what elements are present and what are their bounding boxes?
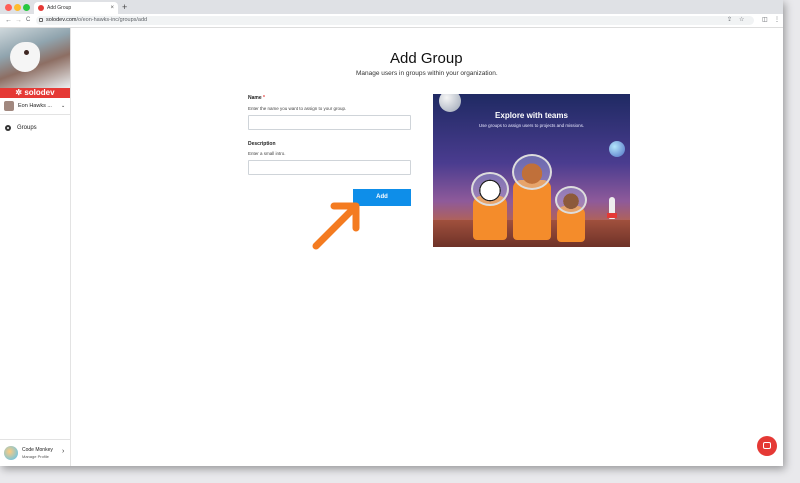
- address-bar[interactable]: solodev.com/o/eon-hawks-inc/groups/add ⇪…: [36, 16, 754, 25]
- promo-title: Explore with teams: [495, 111, 568, 120]
- moon-icon: [439, 94, 461, 112]
- rocket-icon: [607, 197, 617, 219]
- browser-window: Add Group × + ← → C solodev.com/o/eon-ha…: [0, 0, 783, 466]
- page-subtitle: Manage users in groups within your organ…: [356, 70, 498, 77]
- brand-logo[interactable]: ✲ solodev: [0, 88, 70, 98]
- description-input[interactable]: [248, 160, 411, 175]
- hawk-head: [10, 42, 40, 72]
- reload-button[interactable]: C: [26, 15, 30, 26]
- org-switcher[interactable]: Eon Hawks ... ⌄: [0, 98, 70, 115]
- minimize-window-icon[interactable]: [14, 4, 21, 11]
- planet-icon: [609, 141, 625, 157]
- close-window-icon[interactable]: [5, 4, 12, 11]
- org-name: Eon Hawks ...: [18, 103, 52, 109]
- profile-menu[interactable]: Code Monkey Manage Profile ›: [0, 439, 70, 466]
- hawk-logo-image: [0, 28, 70, 88]
- tab-add-group[interactable]: Add Group ×: [34, 2, 118, 14]
- promo-illustration: Explore with teams Use groups to assign …: [433, 94, 630, 247]
- lock-icon: [39, 18, 43, 22]
- url-path: /o/eon-hawks-inc/groups/add: [76, 17, 148, 23]
- tab-title: Add Group: [47, 5, 72, 11]
- back-button[interactable]: ←: [5, 15, 12, 26]
- sidebar-icon[interactable]: ◫: [762, 16, 768, 25]
- brand-name: solodev: [24, 88, 55, 97]
- sidebar-item-groups[interactable]: Groups: [0, 123, 70, 133]
- tab-close-icon[interactable]: ×: [110, 2, 114, 14]
- sidebar: ✲ solodev Eon Hawks ... ⌄ Groups Code Mo…: [0, 28, 71, 466]
- groups-icon: [5, 125, 11, 131]
- maximize-window-icon[interactable]: [23, 4, 30, 11]
- chat-icon[interactable]: [757, 436, 777, 456]
- name-hint: Enter the name you want to assign to you…: [248, 106, 347, 111]
- favicon-icon: [38, 5, 44, 11]
- sidebar-item-label: Groups: [17, 125, 37, 131]
- hawk-eye: [24, 50, 29, 55]
- panda-helmet: [471, 172, 509, 206]
- page-title: Add Group: [390, 50, 463, 67]
- description-label: Description: [248, 141, 276, 147]
- manage-profile-link[interactable]: Manage Profile: [22, 454, 49, 459]
- url-host: solodev.com: [46, 17, 77, 23]
- chevron-right-icon: ›: [62, 448, 65, 455]
- star-icon[interactable]: ☆: [739, 16, 744, 25]
- share-icon[interactable]: ⇪: [727, 16, 732, 25]
- required-mark: *: [263, 95, 265, 101]
- chevron-down-icon: ⌄: [61, 103, 66, 109]
- pointer-arrow-icon: [312, 202, 360, 250]
- monkey-helmet: [555, 186, 587, 214]
- avatar: [4, 446, 18, 460]
- dog-helmet: [512, 154, 552, 190]
- browser-toolbar: ← → C solodev.com/o/eon-hawks-inc/groups…: [0, 14, 783, 28]
- menu-icon[interactable]: ⋮: [774, 16, 780, 25]
- name-input[interactable]: [248, 115, 411, 130]
- forward-button[interactable]: →: [15, 15, 22, 26]
- tab-bar: Add Group × +: [0, 0, 783, 14]
- description-hint: Enter a small intro.: [248, 151, 286, 156]
- name-label-text: Name: [248, 95, 262, 101]
- new-tab-button[interactable]: +: [122, 2, 127, 12]
- name-label: Name *: [248, 95, 265, 101]
- org-avatar: [4, 101, 14, 111]
- promo-subtitle: Use groups to assign users to projects a…: [478, 123, 585, 128]
- profile-name: Code Monkey: [22, 447, 53, 453]
